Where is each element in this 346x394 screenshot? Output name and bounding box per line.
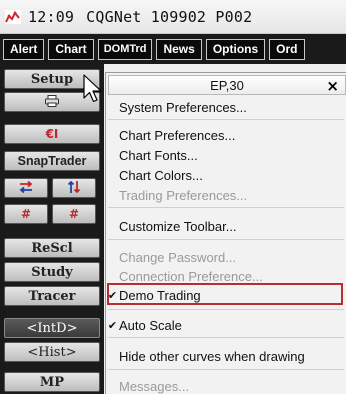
- menu-item-system-preferences[interactable]: System Preferences...: [106, 97, 346, 117]
- menu-separator: [108, 239, 344, 240]
- news-button[interactable]: News: [156, 38, 202, 60]
- menu-item-hide-other-curves[interactable]: Hide other curves when drawing: [106, 346, 346, 366]
- swap-vertical-icon: [67, 180, 81, 197]
- swap-arrows-button[interactable]: [4, 178, 48, 198]
- top-toolbar: Alert Chart DOMTrd News Options Ord: [0, 34, 346, 64]
- intraday-button[interactable]: <IntD>: [4, 318, 100, 338]
- clock-time: 12:09: [28, 7, 75, 26]
- rescale-button[interactable]: ReScl: [4, 238, 100, 258]
- menu-item-change-password: Change Password...: [119, 249, 237, 265]
- hash-alt-icon: #: [68, 207, 80, 221]
- menu-separator: [108, 337, 344, 338]
- options-button[interactable]: Options: [205, 38, 266, 60]
- menu-item-customize-toolbar[interactable]: Customize Toolbar...: [106, 216, 346, 236]
- grid-hash-alt-button[interactable]: #: [52, 204, 96, 224]
- setup-menu: EP,30 × System Preferences... Chart Pref…: [105, 72, 346, 394]
- menu-item-auto-scale-label: Auto Scale: [119, 317, 182, 333]
- menu-item-messages: Messages...: [119, 378, 190, 394]
- menu-header-title: EP,30: [210, 77, 244, 93]
- title-bar: 12:09 CQGNet 109902 P002: [0, 0, 346, 34]
- menu-item-chart-preferences[interactable]: Chart Preferences...: [106, 125, 346, 145]
- menu-separator: [108, 119, 344, 120]
- euro-i-label: €I: [45, 127, 59, 141]
- hash-red-icon: #: [20, 207, 32, 221]
- menu-header: EP,30 ×: [108, 75, 346, 95]
- grid-hash-button[interactable]: #: [4, 204, 48, 224]
- mouse-cursor-icon: [83, 74, 105, 106]
- selection-highlight: [107, 283, 343, 305]
- menu-separator: [108, 207, 344, 208]
- menu-item-auto-scale[interactable]: ✔ Auto Scale: [106, 315, 346, 335]
- checkmark-icon: ✔: [107, 319, 118, 332]
- orders-button[interactable]: Ord: [269, 38, 305, 60]
- window-title: CQGNet 109902 P002: [86, 7, 253, 26]
- left-sidebar: Setup €I SnapTrader # # ReScl Study Trac…: [0, 64, 104, 394]
- menu-item-chart-colors[interactable]: Chart Colors...: [106, 165, 346, 185]
- vertical-arrows-button[interactable]: [52, 178, 96, 198]
- euro-button[interactable]: €I: [4, 124, 100, 144]
- close-icon[interactable]: ×: [326, 77, 339, 95]
- mp-button[interactable]: MP: [4, 372, 100, 392]
- history-button[interactable]: <Hist>: [4, 342, 100, 362]
- menu-separator: [108, 309, 344, 310]
- swap-horizontal-icon: [18, 180, 34, 196]
- chart-button[interactable]: Chart: [48, 38, 94, 60]
- domtrd-button[interactable]: DOMTrd: [97, 38, 153, 60]
- printer-icon: [45, 94, 59, 110]
- menu-item-trading-preferences: Trading Preferences...: [119, 187, 248, 203]
- snaptrader-button[interactable]: SnapTrader: [4, 151, 100, 171]
- menu-item-chart-fonts[interactable]: Chart Fonts...: [106, 145, 346, 165]
- menu-separator: [108, 369, 344, 370]
- alert-button[interactable]: Alert: [3, 38, 45, 60]
- cqg-app-icon: [5, 9, 21, 24]
- study-button[interactable]: Study: [4, 262, 100, 282]
- tracer-button[interactable]: Tracer: [4, 286, 100, 306]
